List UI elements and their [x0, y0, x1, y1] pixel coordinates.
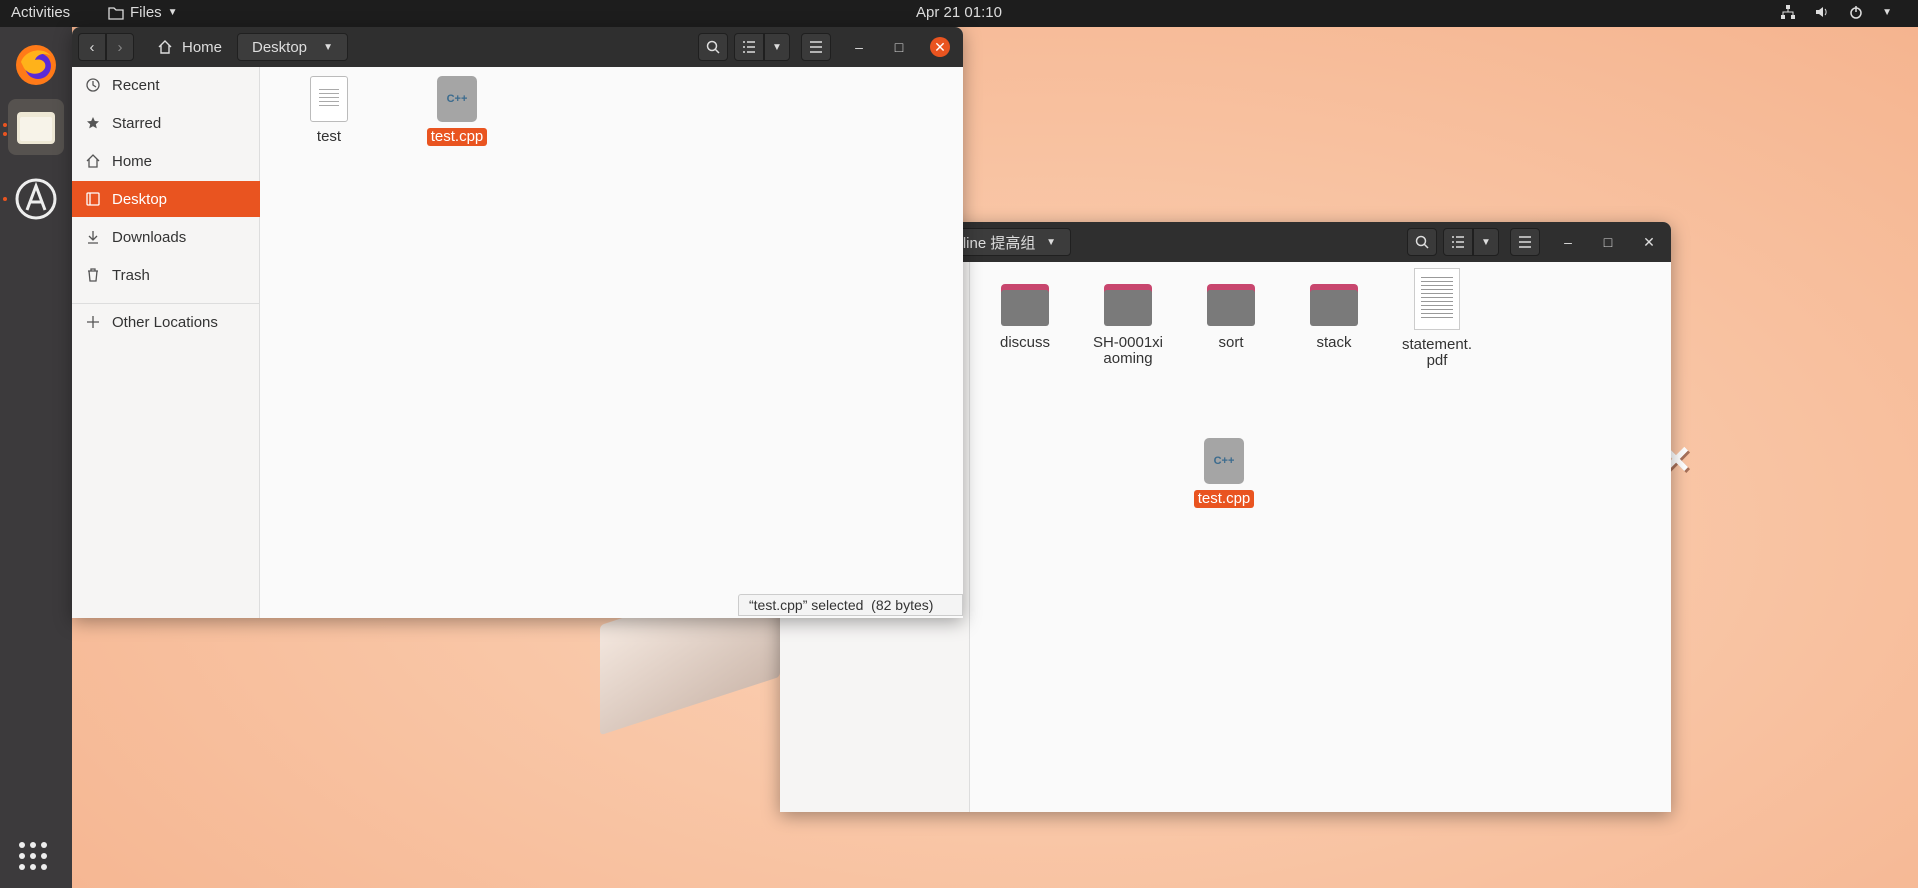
home-icon [158, 40, 172, 54]
sidebar-item-other-locations[interactable]: Other Locations [72, 304, 260, 340]
folder-icon [1207, 284, 1255, 326]
folder-icon [1310, 284, 1358, 326]
close-button[interactable]: ✕ [1639, 232, 1659, 252]
forward-button[interactable]: › [106, 33, 134, 61]
chevron-down-icon: ▼ [323, 41, 333, 53]
system-status-area[interactable]: ▼ [1780, 4, 1892, 20]
view-options-button[interactable]: ▼ [764, 33, 790, 61]
sidebar-item-trash[interactable]: Trash [72, 257, 260, 293]
file-item[interactable]: C++ test.cpp [1174, 438, 1274, 508]
file-item[interactable]: statement.pdf [1387, 268, 1487, 370]
chevron-down-icon: ▼ [167, 7, 178, 18]
files-icon [17, 112, 55, 144]
chevron-down-icon: ▼ [1481, 236, 1491, 248]
folder-item[interactable]: sort [1181, 284, 1281, 352]
close-button[interactable]: ✕ [930, 37, 950, 57]
breadcrumb-current[interactable]: Desktop ▼ [237, 33, 348, 61]
sidebar: Recent Starred Home Desktop Downloads Tr… [72, 67, 260, 618]
trash-icon [88, 268, 98, 282]
sidebar-item-starred[interactable]: Starred [72, 105, 260, 141]
breadcrumb-home[interactable]: Home [144, 33, 236, 61]
top-bar: Activities Files ▼ Apr 21 01:10 ▼ [0, 0, 1918, 27]
maximize-button[interactable]: □ [889, 37, 909, 57]
chevron-down-icon: ▼ [1046, 236, 1056, 248]
sidebar-item-desktop[interactable]: Desktop [72, 181, 260, 217]
download-icon [88, 231, 98, 244]
app-menu-label: Files [130, 4, 162, 21]
view-list-button[interactable] [734, 33, 764, 61]
sidebar-item-home[interactable]: Home [72, 143, 260, 179]
minimize-icon: – [855, 39, 863, 55]
grid-icon[interactable] [19, 842, 47, 870]
hamburger-icon [810, 41, 822, 53]
minimize-icon: – [1564, 234, 1572, 250]
sidebar-item-downloads[interactable]: Downloads [72, 219, 260, 255]
chevron-down-icon: ▼ [1882, 6, 1892, 18]
dock-files[interactable] [8, 99, 64, 155]
menu-button[interactable] [1510, 228, 1540, 256]
desktop-icon [86, 192, 100, 206]
headerbar: ‹ › Home Desktop ▼ ▼ – □ ✕ [72, 27, 963, 67]
hamburger-icon [1519, 236, 1531, 248]
folder-item[interactable]: stack [1284, 284, 1384, 352]
file-item[interactable]: C++ test.cpp [407, 76, 507, 146]
maximize-button[interactable]: □ [1598, 232, 1618, 252]
chevron-down-icon: ▼ [772, 41, 782, 53]
clock-icon [86, 78, 100, 92]
running-indicator [3, 123, 7, 127]
maximize-icon: □ [1603, 234, 1613, 250]
cpp-file-icon: C++ [437, 76, 477, 122]
dock-software[interactable] [8, 171, 64, 227]
volume-icon [1816, 7, 1827, 17]
text-file-icon [310, 76, 348, 122]
status-bar: “test.cpp” selected (82 bytes) [738, 594, 963, 616]
ubuntu-software-icon [15, 178, 57, 220]
star-icon [87, 117, 99, 129]
dock [0, 27, 72, 888]
folder-icon [108, 6, 124, 20]
list-icon [1452, 236, 1464, 248]
search-icon [706, 40, 720, 54]
chevron-left-icon: ‹ [89, 38, 95, 56]
folder-icon [1001, 284, 1049, 326]
folder-item[interactable]: SH-0001xiaoming [1078, 284, 1178, 368]
chevron-right-icon: › [117, 38, 123, 56]
view-list-button[interactable] [1443, 228, 1473, 256]
search-button[interactable] [698, 33, 728, 61]
view-options-button[interactable]: ▼ [1473, 228, 1499, 256]
search-button[interactable] [1407, 228, 1437, 256]
running-indicator [3, 132, 7, 136]
app-menu[interactable]: Files ▼ [108, 4, 178, 21]
close-icon: ✕ [1643, 233, 1655, 250]
dock-firefox[interactable] [8, 37, 64, 93]
list-icon [743, 41, 755, 53]
back-button[interactable]: ‹ [78, 33, 106, 61]
running-indicator [3, 197, 7, 201]
clock[interactable]: Apr 21 01:10 [916, 4, 1002, 21]
folder-icon [1104, 284, 1152, 326]
maximize-icon: □ [894, 39, 904, 55]
network-icon [1781, 5, 1796, 19]
home-icon [86, 154, 100, 168]
file-item[interactable]: test [279, 76, 379, 146]
minimize-button[interactable]: – [849, 37, 869, 57]
files-window[interactable]: ‹ › Home Desktop ▼ ▼ – □ ✕ Recent Starre… [72, 27, 963, 618]
folder-item[interactable]: discuss [975, 284, 1075, 352]
pdf-icon [1414, 268, 1460, 330]
plus-icon [87, 316, 99, 328]
sidebar-item-recent[interactable]: Recent [72, 67, 260, 103]
close-icon: ✕ [934, 38, 946, 55]
firefox-icon [16, 45, 56, 85]
menu-button[interactable] [801, 33, 831, 61]
search-icon [1415, 235, 1429, 249]
minimize-button[interactable]: – [1558, 232, 1578, 252]
power-icon [1850, 6, 1862, 19]
activities-button[interactable]: Activities [11, 4, 70, 21]
cpp-file-icon: C++ [1204, 438, 1244, 484]
